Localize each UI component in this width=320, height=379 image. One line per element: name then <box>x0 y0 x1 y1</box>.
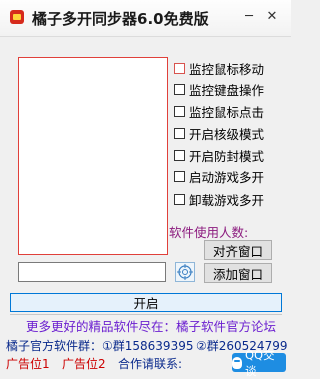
option-label: 监控鼠标移动 <box>189 61 265 77</box>
window-handle-input[interactable] <box>18 262 166 282</box>
contact-label: 合作请联系: <box>118 357 183 371</box>
option-monitor-mouse-move[interactable]: 监控鼠标移动 <box>174 59 264 77</box>
option-label: 监控鼠标点击 <box>189 104 265 120</box>
option-label: 监控键盘操作 <box>189 82 265 98</box>
close-button[interactable]: ✕ <box>266 10 278 23</box>
option-label: 开启核级模式 <box>189 126 265 142</box>
official-group-1: 橘子官方软件群：①群158639395 <box>6 339 194 353</box>
app-logo-icon <box>10 10 24 24</box>
option-kernel-mode[interactable]: 开启核级模式 <box>174 124 264 142</box>
option-monitor-keyboard[interactable]: 监控键盘操作 <box>174 80 264 98</box>
option-launch-multi-game[interactable]: 启动游戏多开 <box>174 167 264 185</box>
add-window-button[interactable]: 添加窗口 <box>204 263 272 283</box>
qq-penguin-icon <box>232 356 242 369</box>
divider <box>10 314 282 315</box>
crosshair-picker-icon[interactable] <box>175 262 195 282</box>
checkbox[interactable] <box>174 170 185 182</box>
start-button[interactable]: 开启 <box>10 293 282 312</box>
checkbox[interactable] <box>174 62 185 74</box>
checkbox[interactable] <box>174 83 185 95</box>
option-anti-ban-mode[interactable]: 开启防封模式 <box>174 146 264 164</box>
ad-slot-2[interactable]: 广告位2 <box>62 355 106 372</box>
checkbox[interactable] <box>174 105 185 117</box>
option-label: 启动游戏多开 <box>189 169 265 185</box>
option-monitor-mouse-click[interactable]: 监控鼠标点击 <box>174 102 264 120</box>
official-forum-link[interactable]: 更多更好的精品软件尽在：橘子软件官方论坛 <box>26 316 276 335</box>
checkbox[interactable] <box>174 193 185 205</box>
users-count-label: 软件使用人数: <box>169 225 249 240</box>
option-label: 卸载游戏多开 <box>189 192 265 208</box>
ad-slot-1[interactable]: 广告位1 <box>6 355 50 372</box>
window-list-area[interactable] <box>18 57 168 255</box>
align-windows-button[interactable]: 对齐窗口 <box>204 240 272 260</box>
window-title: 橘子多开同步器6.0免费版 <box>32 10 209 28</box>
minimize-button[interactable]: ─ <box>243 10 255 23</box>
option-uninstall-multi-game[interactable]: 卸载游戏多开 <box>174 190 264 208</box>
checkbox[interactable] <box>174 127 185 139</box>
checkbox[interactable] <box>174 149 185 161</box>
qq-chat-label: QQ交谈 <box>244 347 275 378</box>
qq-chat-button[interactable]: QQ交谈 <box>232 348 286 378</box>
option-label: 开启防封模式 <box>189 148 265 164</box>
